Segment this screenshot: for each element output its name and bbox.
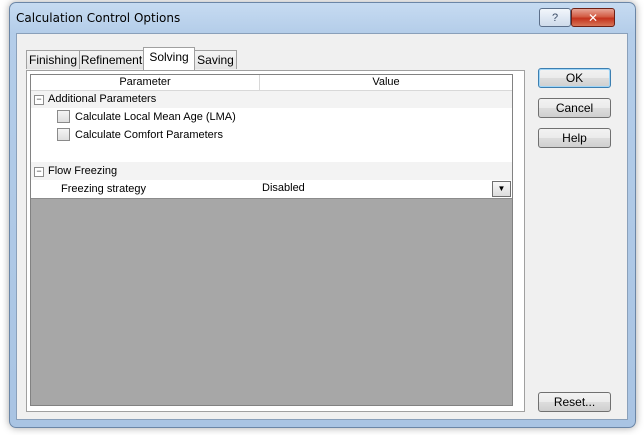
lma-label[interactable]: Calculate Local Mean Age (LMA) [75,111,236,123]
tab-solving[interactable]: Solving [143,47,195,70]
question-icon: ? [551,11,559,24]
chevron-down-icon[interactable]: ▼ [492,181,511,197]
help-button[interactable]: Help [538,128,611,148]
empty-row [31,144,512,162]
section-label: Flow Freezing [48,165,118,177]
title-bar[interactable]: Calculation Control Options ? ✕ [10,3,635,31]
title-help-button[interactable]: ? [539,8,571,27]
section-additional-parameters[interactable]: − Additional Parameters [31,91,512,108]
window-title: Calculation Control Options [16,11,181,25]
tab-refinement[interactable]: Refinement [79,50,144,69]
dialog-window: Calculation Control Options ? ✕ Finishin… [9,2,636,428]
freezing-strategy-label: Freezing strategy [61,183,146,195]
reset-button[interactable]: Reset... [538,392,611,412]
property-grid: Parameter Value − Additional Parameters … [30,74,513,406]
ok-button[interactable]: OK [538,68,611,88]
collapse-icon[interactable]: − [34,95,44,105]
grid-header: Parameter Value [31,75,512,91]
freezing-strategy-value[interactable]: Disabled [262,182,305,194]
section-label: Additional Parameters [48,93,157,105]
title-close-button[interactable]: ✕ [571,8,615,27]
comfort-label[interactable]: Calculate Comfort Parameters [75,129,223,141]
collapse-icon[interactable]: − [34,167,44,177]
comfort-row: Calculate Comfort Parameters [31,126,512,144]
solving-tab-panel: Parameter Value − Additional Parameters … [26,70,525,412]
section-flow-freezing[interactable]: − Flow Freezing [31,162,512,180]
value-column-header[interactable]: Value [260,75,512,90]
lma-row: Calculate Local Mean Age (LMA) [31,108,512,126]
cancel-button[interactable]: Cancel [538,98,611,118]
tab-saving[interactable]: Saving [194,50,237,69]
lma-checkbox[interactable] [57,110,70,123]
parameter-column-header[interactable]: Parameter [31,75,260,90]
freezing-strategy-row: Freezing strategy Disabled ▼ [31,180,512,199]
tab-finishing[interactable]: Finishing [26,50,80,69]
close-icon: ✕ [587,10,599,25]
dialog-client-area: Finishing Refinement Solving Saving Para… [16,33,628,420]
comfort-checkbox[interactable] [57,128,70,141]
